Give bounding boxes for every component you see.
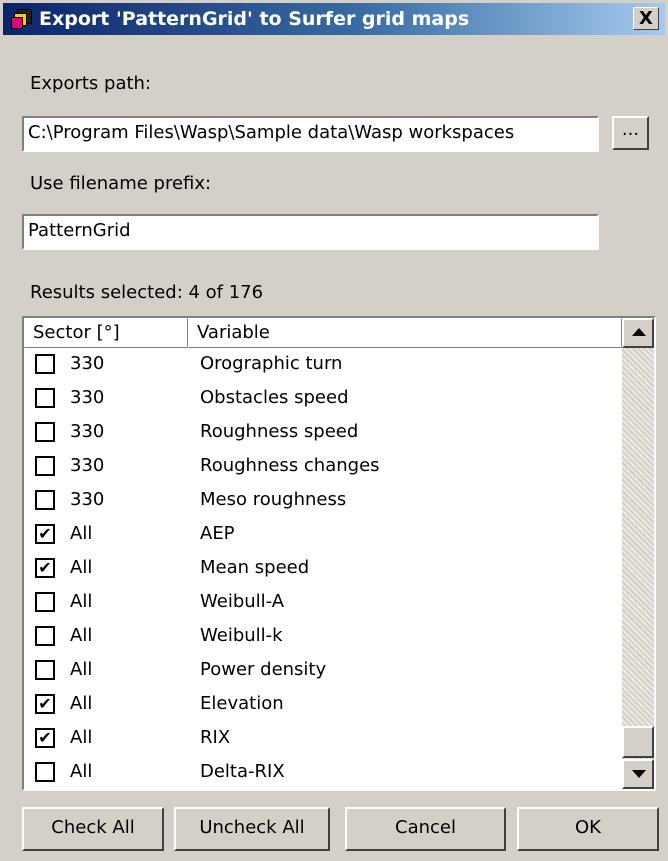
list-item[interactable]: 330 Roughness speed	[24, 416, 622, 450]
sector-cell: All	[70, 591, 93, 612]
prefix-label: Use filename prefix:	[30, 173, 212, 194]
variable-cell: Meso roughness	[200, 489, 347, 510]
sector-cell: All	[70, 761, 93, 782]
row-checkbox[interactable]: ✔	[35, 558, 55, 578]
sector-cell: All	[70, 625, 93, 646]
sector-cell: All	[70, 557, 93, 578]
scroll-down-button[interactable]	[622, 759, 654, 789]
variable-cell: Roughness speed	[200, 421, 359, 442]
row-checkbox[interactable]	[35, 490, 55, 510]
list-item[interactable]: ✔ All Mean speed	[24, 552, 622, 586]
scroll-thumb[interactable]	[622, 726, 654, 758]
sector-cell: 330	[70, 353, 105, 374]
list-item[interactable]: 330 Meso roughness	[24, 484, 622, 518]
row-checkbox[interactable]	[35, 388, 55, 408]
sector-cell: All	[70, 693, 93, 714]
row-checkbox[interactable]	[35, 762, 55, 782]
row-checkbox[interactable]: ✔	[35, 694, 55, 714]
browse-button[interactable]: ...	[612, 116, 649, 150]
prefix-input[interactable]: PatternGrid	[22, 214, 599, 250]
list-item[interactable]: 330 Obstacles speed	[24, 382, 622, 416]
list-item[interactable]: ✔ All AEP	[24, 518, 622, 552]
variable-cell: RIX	[200, 727, 231, 748]
variable-cell: Roughness changes	[200, 455, 380, 476]
list-item[interactable]: All Delta-RIX	[24, 756, 622, 789]
results-selected-label: Results selected: 4 of 176	[30, 282, 264, 303]
app-icon	[11, 9, 32, 29]
check-all-button[interactable]: Check All	[22, 807, 164, 851]
arrow-down-icon	[632, 770, 646, 778]
variable-cell: Obstacles speed	[200, 387, 349, 408]
list-item[interactable]: All Weibull-A	[24, 586, 622, 620]
variable-cell: Weibull-A	[200, 591, 285, 612]
list-item[interactable]: All Weibull-k	[24, 620, 622, 654]
variable-cell: Elevation	[200, 693, 284, 714]
list-item[interactable]: 330 Roughness changes	[24, 450, 622, 484]
vertical-scrollbar[interactable]	[622, 318, 654, 789]
close-button[interactable]: X	[633, 7, 659, 30]
sector-cell: All	[70, 659, 93, 680]
row-checkbox[interactable]	[35, 422, 55, 442]
variable-cell: Weibull-k	[200, 625, 283, 646]
row-checkbox[interactable]: ✔	[35, 728, 55, 748]
row-checkbox[interactable]	[35, 592, 55, 612]
exports-path-label: Exports path:	[30, 73, 152, 94]
variable-cell: Delta-RIX	[200, 761, 285, 782]
title-bar[interactable]: Export 'PatternGrid' to Surfer grid maps…	[3, 3, 665, 35]
column-header-sector[interactable]: Sector [°]	[24, 318, 188, 348]
sector-cell: 330	[70, 387, 105, 408]
sector-cell: All	[70, 523, 93, 544]
row-checkbox[interactable]: ✔	[35, 524, 55, 544]
list-item[interactable]: All Power density	[24, 654, 622, 688]
sector-cell: 330	[70, 455, 105, 476]
sector-cell: 330	[70, 489, 105, 510]
arrow-up-icon	[632, 328, 646, 336]
sector-cell: All	[70, 727, 93, 748]
exports-path-input[interactable]: C:\Program Files\Wasp\Sample data\Wasp w…	[22, 116, 599, 152]
list-item[interactable]: ✔ All Elevation	[24, 688, 622, 722]
window-title: Export 'PatternGrid' to Surfer grid maps	[39, 8, 470, 30]
row-checkbox[interactable]	[35, 354, 55, 374]
row-checkbox[interactable]	[35, 660, 55, 680]
variable-cell: Orographic turn	[200, 353, 343, 374]
ok-button[interactable]: OK	[517, 807, 659, 851]
results-list[interactable]: Sector [°] Variable 330 Orographic turn 3…	[22, 316, 656, 791]
row-checkbox[interactable]	[35, 456, 55, 476]
row-checkbox[interactable]	[35, 626, 55, 646]
variable-cell: Mean speed	[200, 557, 310, 578]
column-header-variable[interactable]: Variable	[188, 318, 622, 348]
list-item[interactable]: 330 Orographic turn	[24, 348, 622, 382]
cancel-button[interactable]: Cancel	[345, 807, 506, 851]
export-dialog: Export 'PatternGrid' to Surfer grid maps…	[0, 0, 668, 861]
uncheck-all-button[interactable]: Uncheck All	[174, 807, 330, 851]
scroll-up-button[interactable]	[622, 318, 654, 348]
list-item[interactable]: ✔ All RIX	[24, 722, 622, 756]
variable-cell: Power density	[200, 659, 327, 680]
variable-cell: AEP	[200, 523, 235, 544]
sector-cell: 330	[70, 421, 105, 442]
